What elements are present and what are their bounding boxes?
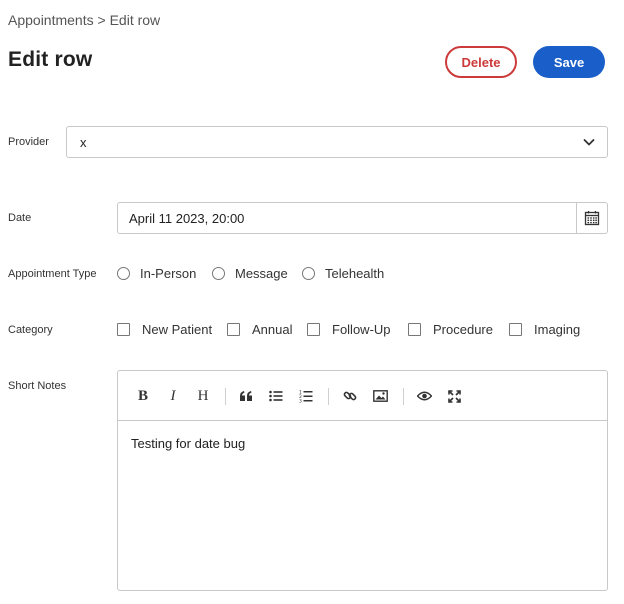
provider-label: Provider xyxy=(8,136,49,148)
category-label: Category xyxy=(8,324,53,336)
unordered-list-icon[interactable] xyxy=(266,386,286,406)
provider-select[interactable]: x xyxy=(66,126,608,158)
quote-icon[interactable] xyxy=(236,386,256,406)
radio-telehealth[interactable]: Telehealth xyxy=(302,266,384,281)
calendar-icon xyxy=(584,211,600,226)
svg-text:3: 3 xyxy=(299,399,302,404)
radio-label: Telehealth xyxy=(325,266,385,281)
checkbox-box[interactable] xyxy=(307,323,320,336)
link-icon[interactable] xyxy=(340,386,360,406)
checkbox-new-patient[interactable]: New Patient xyxy=(117,322,212,337)
date-label: Date xyxy=(8,212,32,224)
preview-icon[interactable] xyxy=(414,386,434,406)
checkbox-label: Follow-Up xyxy=(332,322,391,337)
short-notes-label: Short Notes xyxy=(8,380,67,392)
toolbar-divider xyxy=(403,388,404,405)
bold-icon[interactable]: B xyxy=(133,386,153,406)
checkbox-box[interactable] xyxy=(117,323,130,336)
breadcrumb-current: Edit row xyxy=(109,12,161,28)
toolbar-divider xyxy=(328,388,329,405)
radio-label: Message xyxy=(235,266,288,281)
date-value: April 11 2023, 20:00 xyxy=(129,211,245,226)
checkbox-label: New Patient xyxy=(142,322,213,337)
checkbox-box[interactable] xyxy=(227,323,240,336)
heading-icon[interactable]: H xyxy=(193,386,213,406)
checkbox-imaging[interactable]: Imaging xyxy=(509,322,580,337)
italic-icon[interactable]: I xyxy=(163,386,183,406)
radio-circle[interactable] xyxy=(117,267,130,280)
delete-button[interactable]: Delete xyxy=(445,46,517,78)
checkbox-box[interactable] xyxy=(408,323,421,336)
notes-content[interactable]: Testing for date bug xyxy=(131,436,245,451)
breadcrumb-parent[interactable]: Appointments xyxy=(8,12,94,28)
fullscreen-icon[interactable] xyxy=(444,386,464,406)
calendar-button[interactable] xyxy=(576,203,607,233)
appointment-type-label: Appointment Type xyxy=(8,268,97,280)
radio-in-person[interactable]: In-Person xyxy=(117,266,196,281)
breadcrumb: Appointments > Edit row xyxy=(8,12,160,28)
radio-circle[interactable] xyxy=(302,267,315,280)
provider-value: x xyxy=(80,134,87,150)
save-button[interactable]: Save xyxy=(533,46,605,78)
chevron-down-icon xyxy=(583,139,595,146)
editor-toolbar: B I H 123 xyxy=(118,371,607,421)
image-icon[interactable] xyxy=(370,386,390,406)
checkbox-annual[interactable]: Annual xyxy=(227,322,292,337)
breadcrumb-separator: > xyxy=(97,12,106,28)
checkbox-label: Procedure xyxy=(433,322,493,337)
radio-message[interactable]: Message xyxy=(212,266,288,281)
checkbox-follow-up[interactable]: Follow-Up xyxy=(307,322,391,337)
checkbox-label: Imaging xyxy=(534,322,581,337)
radio-circle[interactable] xyxy=(212,267,225,280)
checkbox-label: Annual xyxy=(252,322,293,337)
markdown-editor: B I H 123 Testing for date bug xyxy=(117,370,608,591)
radio-label: In-Person xyxy=(140,266,197,281)
date-field[interactable]: April 11 2023, 20:00 xyxy=(117,202,608,234)
ordered-list-icon[interactable]: 123 xyxy=(296,386,316,406)
checkbox-box[interactable] xyxy=(509,323,522,336)
page-title: Edit row xyxy=(8,48,93,71)
checkbox-procedure[interactable]: Procedure xyxy=(408,322,493,337)
toolbar-divider xyxy=(225,388,226,405)
